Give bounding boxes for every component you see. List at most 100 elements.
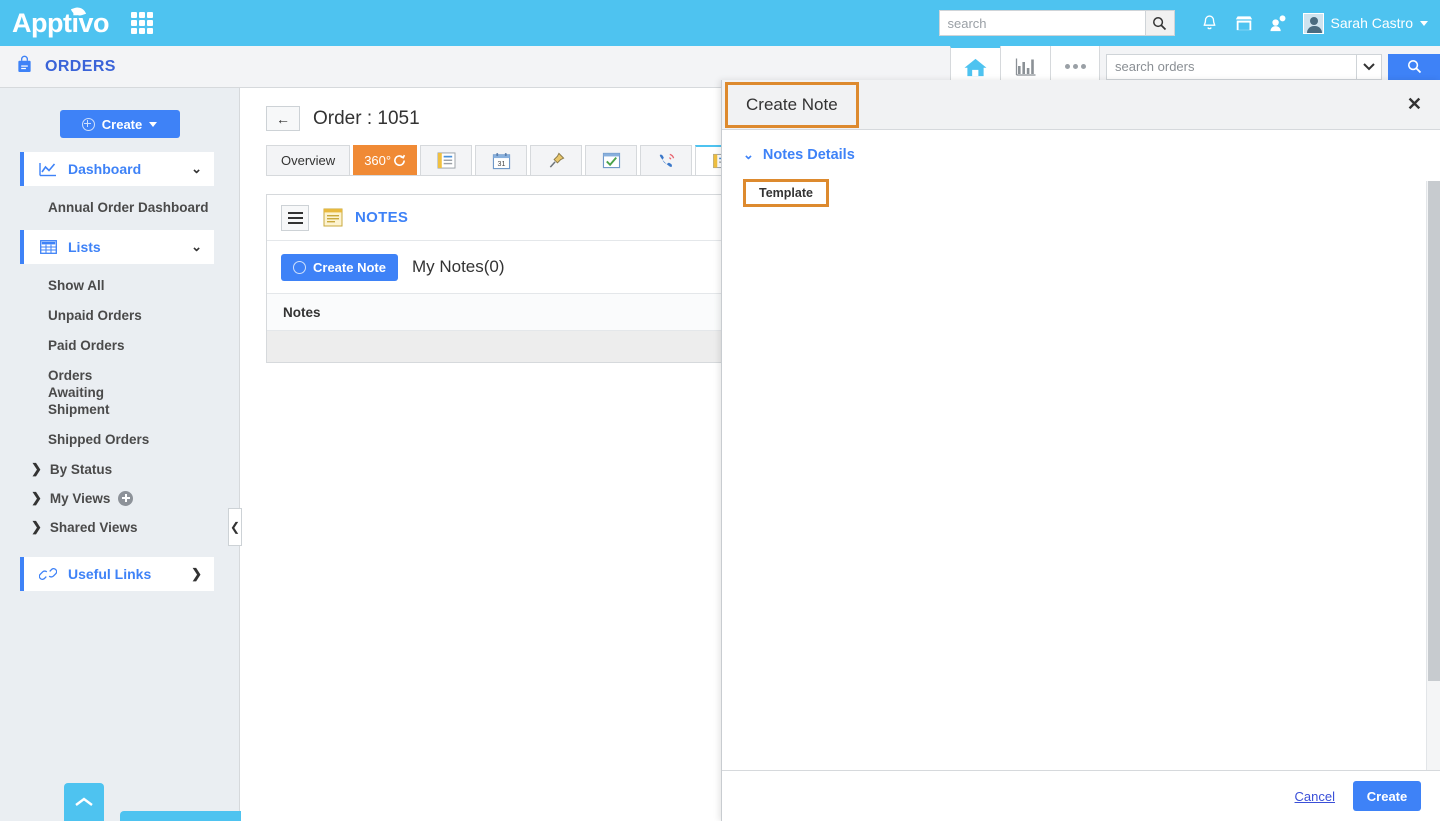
sidebar-item-show-all[interactable]: Show All <box>0 277 239 294</box>
create-submit-button[interactable]: Create <box>1353 781 1421 811</box>
notifications-bell-icon[interactable] <box>1193 8 1227 38</box>
menu-icon[interactable] <box>281 204 309 231</box>
chevron-down-icon <box>149 121 158 127</box>
more-dots-icon <box>1064 64 1086 69</box>
sidebar-group-label: Useful Links <box>68 566 152 582</box>
store-icon[interactable] <box>1227 8 1261 38</box>
sidebar-item-shared-views[interactable]: ❯ Shared Views <box>0 519 239 535</box>
plus-circle-icon <box>81 117 95 131</box>
create-note-panel: Create Note ✕ ⌄ Notes Details Template O… <box>721 80 1440 821</box>
app-logo[interactable]: Apptivo <box>12 4 110 39</box>
column-header-notes: Notes <box>283 304 321 320</box>
sidebar-group-useful-links[interactable]: Useful Links ❯ <box>20 557 214 591</box>
sidebar-item-label: My Views <box>49 490 111 506</box>
tab-notes[interactable] <box>420 145 473 175</box>
close-icon[interactable]: ✕ <box>1407 94 1422 115</box>
chevron-right-icon: ❯ <box>31 519 42 534</box>
global-search-button[interactable] <box>1144 10 1175 36</box>
panel-scrollbar-thumb[interactable] <box>1428 181 1440 681</box>
orders-search-input[interactable] <box>1106 53 1356 80</box>
chevron-down-icon <box>1420 20 1428 26</box>
chevron-down-icon: ⌄ <box>191 161 202 176</box>
refresh-icon <box>394 154 406 166</box>
chevron-right-icon: ❯ <box>31 490 42 505</box>
chevron-up-icon <box>75 797 93 806</box>
create-note-panel-title: Create Note <box>725 81 859 128</box>
add-view-icon[interactable] <box>118 490 134 506</box>
chevron-down-icon: ⌄ <box>743 147 754 162</box>
create-note-panel-body: ⌄ Notes Details Template Order Update Te… <box>722 130 1440 770</box>
chevron-down-icon <box>1363 63 1375 71</box>
home-icon <box>964 58 987 77</box>
top-bar-right: Sarah Castro <box>938 8 1440 38</box>
tab-360[interactable]: 360° <box>353 145 418 175</box>
create-button-label: Create <box>101 116 143 132</box>
sidebar-item-my-views[interactable]: ❯ My Views <box>0 490 239 506</box>
create-note-label: Create Note <box>313 259 386 275</box>
sidebar-group-lists[interactable]: Lists ⌄ <box>20 230 214 264</box>
chevron-down-icon: ⌄ <box>191 239 202 254</box>
chevron-right-icon: ❯ <box>31 461 42 476</box>
line-chart-icon <box>39 162 57 177</box>
create-note-panel-header: Create Note ✕ <box>722 80 1440 130</box>
notes-document-icon <box>437 152 456 169</box>
task-check-icon <box>602 152 620 169</box>
tab-pin[interactable] <box>530 145 583 175</box>
grid-apps-icon[interactable] <box>131 12 153 34</box>
global-top-bar: Apptivo search Sarah Castro <box>0 0 1440 46</box>
user-menu[interactable]: Sarah Castro <box>1302 12 1428 34</box>
link-icon <box>39 567 57 581</box>
tab-calls[interactable] <box>640 145 693 175</box>
notes-document-icon <box>323 208 343 227</box>
tab-tasks[interactable] <box>585 145 638 175</box>
sidebar-group-dashboard[interactable]: Dashboard ⌄ <box>20 152 214 186</box>
pin-icon <box>549 152 565 168</box>
search-icon <box>1153 16 1167 30</box>
sidebar-item-label: By Status <box>49 461 113 477</box>
bar-chart-icon <box>1015 58 1035 76</box>
phone-call-icon <box>659 153 674 167</box>
sidebar-group-label: Dashboard <box>68 161 142 177</box>
user-chat-icon[interactable] <box>1261 8 1295 38</box>
create-note-panel-footer: Cancel Create <box>722 770 1440 821</box>
brand-text: Apptivo <box>12 7 110 38</box>
create-button[interactable]: Create <box>59 110 180 138</box>
scroll-to-top-button[interactable] <box>64 783 104 821</box>
sidebar-item-annual-order-dashboard[interactable]: Annual Order Dashboard <box>0 199 239 216</box>
sidebar-item-unpaid-orders[interactable]: Unpaid Orders <box>0 307 239 324</box>
sidebar-item-by-status[interactable]: ❯ By Status <box>0 461 239 477</box>
orders-search-dropdown[interactable] <box>1356 53 1382 80</box>
avatar <box>1302 12 1324 34</box>
calendar-icon: 31 <box>492 152 510 169</box>
my-notes-count: My Notes(0) <box>411 257 505 276</box>
global-search-input[interactable] <box>938 10 1145 36</box>
svg-text:31: 31 <box>497 160 505 168</box>
orders-search-button[interactable] <box>1388 53 1440 80</box>
user-name: Sarah Castro <box>1330 15 1413 31</box>
template-field-label: Template <box>743 179 829 207</box>
sidebar-collapse-handle[interactable]: ❮ <box>228 508 242 546</box>
sidebar-item-orders-awaiting-shipment[interactable]: Orders Awaiting Shipment <box>0 367 150 418</box>
panel-scrollbar[interactable] <box>1426 181 1440 770</box>
global-search <box>938 10 1175 36</box>
notes-details-label: Notes Details <box>762 147 855 163</box>
back-button[interactable]: ← <box>266 106 300 131</box>
sidebar-item-shipped-orders[interactable]: Shipped Orders <box>0 431 239 448</box>
notes-details-section-title[interactable]: ⌄ Notes Details <box>743 147 1440 163</box>
plus-circle-icon <box>293 260 306 274</box>
table-grid-icon <box>39 240 57 254</box>
sidebar-item-label: Shared Views <box>49 519 138 535</box>
tab-overview[interactable]: Overview <box>266 145 351 175</box>
tab-360-label: 360° <box>364 153 392 168</box>
cancel-button[interactable]: Cancel <box>1295 789 1335 804</box>
bag-icon <box>16 55 33 79</box>
create-note-button[interactable]: Create Note <box>281 253 398 281</box>
sidebar-item-paid-orders[interactable]: Paid Orders <box>0 337 239 354</box>
order-title: Order : 1051 <box>313 107 420 129</box>
tab-calendar[interactable]: 31 <box>475 145 528 175</box>
orders-search <box>1106 53 1440 80</box>
app-root: Apptivo search Sarah Castro ORDERS searc… <box>0 0 1440 821</box>
chevron-right-icon: ❯ <box>191 566 202 581</box>
sidebar: Create Dashboard ⌄ Annual Order Dashboar… <box>0 88 330 821</box>
search-icon <box>1407 59 1421 74</box>
